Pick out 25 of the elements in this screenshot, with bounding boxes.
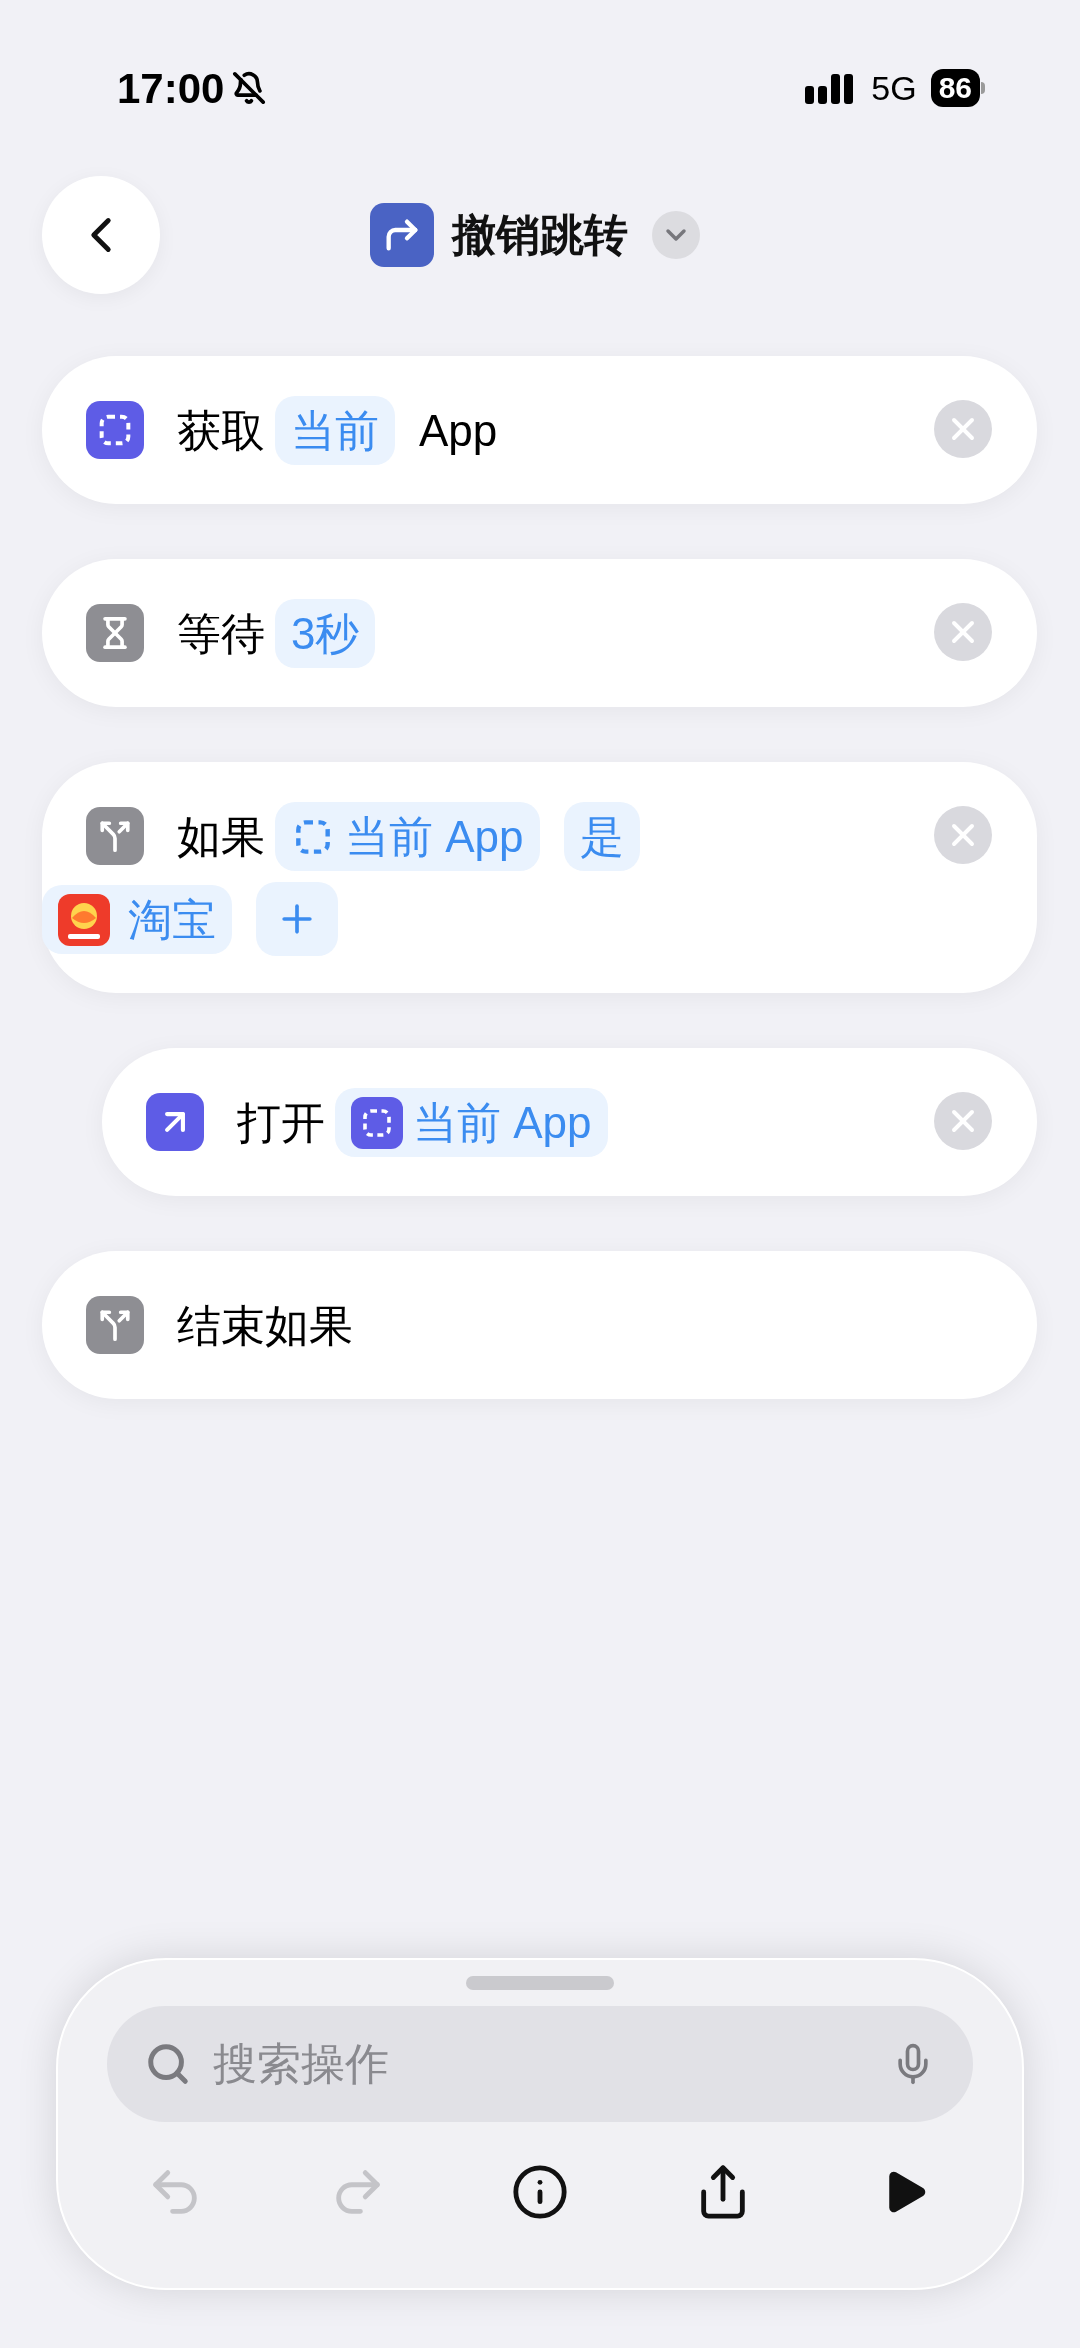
action-label: 等待 bbox=[177, 609, 265, 658]
search-icon bbox=[145, 2041, 191, 2087]
action-label: App bbox=[419, 406, 498, 455]
clock-time: 17:00 bbox=[117, 63, 225, 114]
chevron-down-icon[interactable] bbox=[652, 211, 700, 259]
action-card[interactable]: 打开 当前 App bbox=[102, 1048, 1037, 1196]
action-label: 结束如果 bbox=[177, 1301, 353, 1350]
action-label: 获取 bbox=[177, 406, 265, 455]
action-label: 打开 bbox=[237, 1098, 325, 1147]
app-icon bbox=[58, 894, 110, 947]
action-card[interactable]: 获取 当前 App bbox=[42, 356, 1037, 504]
action-card[interactable]: 等待 3秒 bbox=[42, 559, 1037, 707]
action-card[interactable]: 结束如果 bbox=[42, 1251, 1037, 1399]
network-label: 5G bbox=[871, 67, 917, 109]
hourglass-icon bbox=[86, 604, 144, 663]
dashed-square-icon bbox=[86, 401, 144, 460]
dashed-square-icon bbox=[351, 1097, 403, 1150]
battery-indicator: 86 bbox=[930, 69, 985, 107]
shortcut-icon bbox=[370, 203, 434, 267]
shortcut-title[interactable]: 撤销跳转 bbox=[452, 202, 628, 268]
action-card[interactable]: 如果 当前 App 是 淘宝 bbox=[42, 762, 1037, 993]
search-field[interactable]: 搜索操作 bbox=[107, 2006, 973, 2122]
sheet-handle[interactable] bbox=[466, 1976, 614, 1990]
action-label: 如果 bbox=[177, 812, 265, 861]
add-button[interactable] bbox=[256, 882, 338, 957]
